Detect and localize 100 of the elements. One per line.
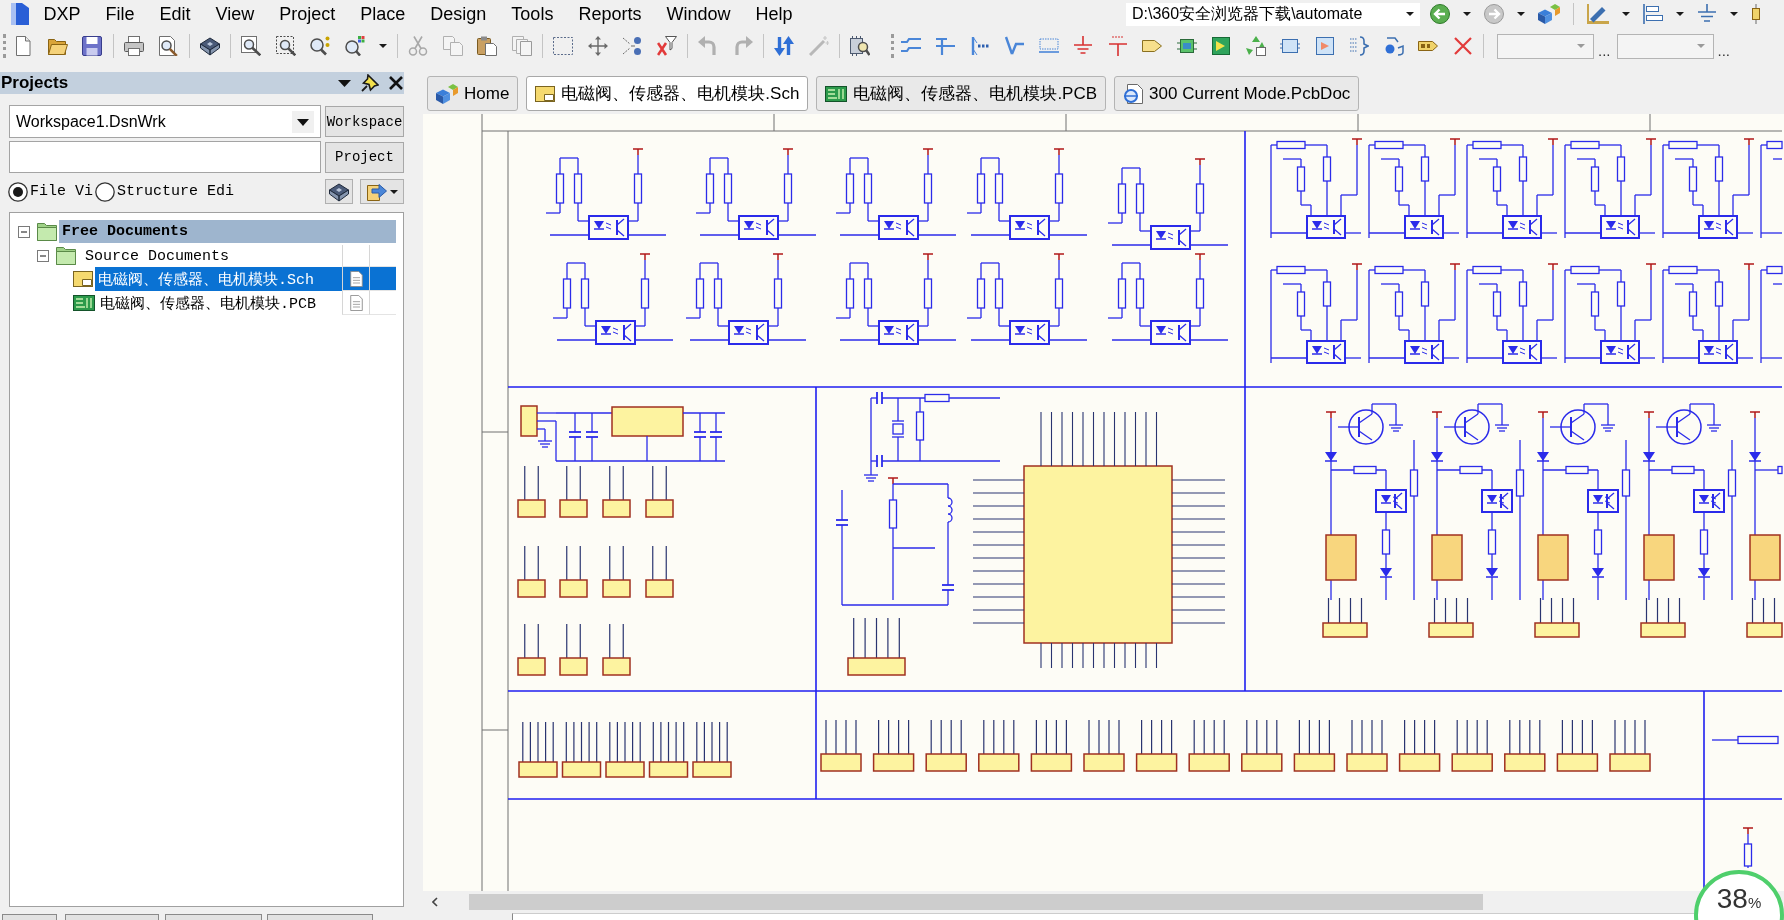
cross-icon[interactable] (1452, 36, 1473, 56)
tree-item[interactable]: 电磁阀、传感器、电机模块.PCB (10, 291, 396, 315)
document-tab[interactable]: 电磁阀、传感器、电机模块.Sch (526, 76, 809, 111)
panel-tab[interactable] (2, 914, 57, 920)
menu-item[interactable]: Tools (498, 3, 566, 25)
pin-header-symbol (605, 721, 645, 778)
menu-item[interactable]: Window (653, 3, 743, 25)
zoom-area-icon[interactable] (275, 36, 296, 56)
board-icon[interactable] (1176, 36, 1197, 56)
pin-header-symbol (518, 721, 558, 778)
chip-button[interactable] (325, 179, 353, 204)
close-icon[interactable] (389, 76, 403, 90)
clipboard-icon[interactable] (477, 36, 498, 56)
zoom-grid-icon[interactable] (344, 36, 365, 56)
pin-header-symbol (847, 617, 906, 676)
bus-entry-icon[interactable] (969, 36, 990, 56)
ground-icon[interactable] (1697, 4, 1717, 24)
print-preview-icon[interactable] (158, 36, 179, 56)
pin-icon[interactable] (361, 74, 379, 92)
power-port-icon[interactable] (1107, 36, 1128, 56)
menu-item[interactable]: Reports (565, 3, 654, 25)
menu-item[interactable]: DXP (31, 3, 93, 25)
zoom-dots-icon[interactable] (310, 36, 331, 56)
caret-icon[interactable] (1517, 12, 1525, 16)
document-tab[interactable]: 电磁阀、传感器、电机模块.PCB (816, 76, 1107, 111)
pin-header-symbol (1030, 719, 1073, 772)
pin-header-symbol (978, 719, 1020, 772)
angled-line-icon[interactable] (1004, 36, 1025, 56)
harness-entry-icon[interactable] (1383, 36, 1404, 56)
chevron-left-icon[interactable] (432, 897, 438, 907)
dropdown-field[interactable] (1497, 33, 1594, 59)
caret-icon[interactable] (379, 44, 387, 48)
printer-icon[interactable] (123, 36, 144, 56)
chip-icon[interactable] (199, 36, 220, 56)
menu-item[interactable]: File (93, 3, 148, 25)
dashed-rectangle-icon[interactable] (553, 36, 574, 56)
menu-item[interactable]: Edit (147, 3, 204, 25)
pin-header-symbol (1534, 597, 1580, 638)
move-arrows-icon[interactable] (587, 36, 608, 56)
menu-item[interactable]: View (203, 3, 267, 25)
more-button[interactable]: ... (1594, 33, 1613, 59)
collapse-icon[interactable] (18, 225, 30, 238)
radio-icon[interactable] (95, 181, 115, 202)
up-down-arrows-icon[interactable] (774, 36, 795, 56)
sheet-icon[interactable] (1211, 36, 1232, 56)
workspace-field[interactable]: Workspace1.DsnWrk (9, 105, 321, 138)
menu-item[interactable]: Help (742, 3, 805, 25)
panel-tab[interactable] (65, 914, 159, 920)
caret-icon[interactable] (338, 79, 351, 87)
zoom-page-icon[interactable] (241, 36, 262, 56)
resistor-symbol (1742, 827, 1754, 869)
pencil-ruler-icon[interactable] (1587, 4, 1609, 24)
radio-option[interactable]: File Vi (8, 181, 93, 202)
caret-icon[interactable] (292, 110, 314, 133)
logo-icon[interactable] (10, 3, 30, 25)
more-button[interactable]: ... (1713, 33, 1733, 59)
project-button[interactable]: Project (325, 141, 404, 173)
clear-filter-icon[interactable] (656, 36, 677, 56)
caret-icon[interactable] (1463, 12, 1471, 16)
pages-icon[interactable] (511, 36, 532, 56)
caret-icon[interactable] (1406, 12, 1414, 16)
caret-icon[interactable] (1622, 12, 1630, 16)
path-field[interactable]: D:\360安全浏览器下载\automate (1126, 2, 1420, 26)
radio-icon[interactable] (8, 181, 28, 202)
caret-icon[interactable] (1730, 12, 1738, 16)
net-label-icon[interactable] (1038, 36, 1059, 56)
t-junction-icon[interactable] (935, 36, 956, 56)
pin-header-symbol (645, 545, 674, 598)
recycle-icon[interactable] (1245, 36, 1266, 56)
menu-item[interactable]: Place (347, 3, 418, 25)
menu-item[interactable]: Design (417, 3, 499, 25)
project-field[interactable] (9, 141, 321, 173)
blocks-icon[interactable] (1538, 4, 1560, 24)
cross-select-icon[interactable] (622, 36, 643, 56)
pin-header-symbol (1293, 719, 1336, 772)
document-menu-button[interactable] (360, 179, 404, 204)
document-tab[interactable]: 300 Current Mode.PcbDoc (1114, 76, 1360, 111)
brace-icon[interactable] (1349, 36, 1370, 56)
pin-header-symbol (1609, 719, 1651, 772)
fuse-icon[interactable] (1751, 4, 1761, 24)
collapse-icon[interactable] (37, 250, 49, 262)
document-icon (349, 270, 363, 287)
menu-item[interactable]: Project (266, 3, 348, 25)
dropdown-field[interactable] (1616, 33, 1714, 59)
radio-option[interactable]: Structure Edi (95, 181, 235, 202)
ground-icon[interactable] (1073, 36, 1094, 56)
chip-magnifier-icon[interactable] (850, 36, 871, 56)
sheet-symbol-icon[interactable] (1314, 36, 1335, 56)
new-document-icon[interactable] (13, 36, 34, 56)
align-left-icon[interactable] (1643, 4, 1663, 24)
scrollbar-thumb[interactable] (469, 894, 1483, 910)
workspace-button[interactable]: Workspace (325, 106, 404, 137)
caret-icon[interactable] (1676, 12, 1684, 16)
device-sheet-icon[interactable] (1280, 36, 1301, 56)
panel-tab[interactable] (165, 914, 262, 920)
pin-header-symbol (1188, 719, 1230, 772)
pin-header-symbol (559, 465, 588, 518)
open-folder-icon[interactable] (47, 36, 68, 56)
document-tab[interactable]: Home (427, 76, 519, 111)
panel-tab[interactable] (267, 914, 373, 920)
